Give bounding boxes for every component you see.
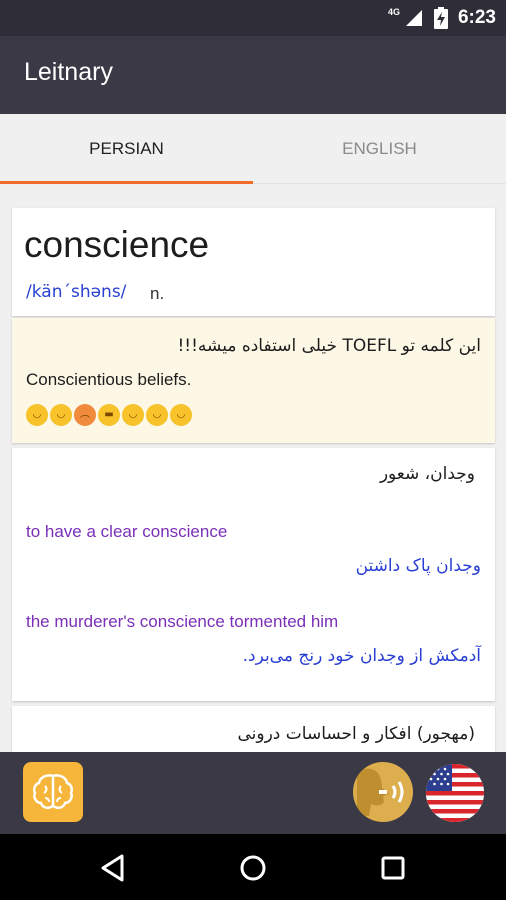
tab-persian[interactable]: PERSIAN [0, 114, 253, 184]
example-en: to have a clear conscience [26, 522, 228, 541]
us-flag-button[interactable] [426, 764, 484, 822]
status-icons: 4G 6:23 [382, 6, 496, 30]
smiling-face-icon: ◡ [122, 404, 144, 426]
speaker-icon [357, 768, 404, 816]
note-card: این کلمه تو TOEFL خیلی استفاده میشه!!! C… [12, 318, 495, 443]
meaning-card-2: (مهجور) افکار و احساسات درونی [12, 706, 495, 752]
smiling-face-icon: ◡ [146, 404, 168, 426]
home-icon[interactable] [233, 848, 273, 888]
pronunciation: /kän´shəns/ [26, 282, 127, 302]
us-flag-icon [426, 764, 484, 822]
back-icon[interactable] [94, 848, 134, 888]
meaning-card: وجدان، شعور to have a clear conscience و… [12, 448, 495, 701]
status-bar: 4G 6:23 [0, 0, 506, 36]
example-en: the murderer's conscience tormented him [26, 612, 339, 631]
persian-note: این کلمه تو TOEFL خیلی استفاده میشه!!! [177, 336, 481, 356]
recent-apps-icon[interactable] [373, 848, 413, 888]
emoji-row: ◡ ◡ ︵ ▬ ◡ ◡ ◡ [26, 404, 192, 426]
tab-indicator [0, 181, 253, 184]
signal-icon [405, 10, 422, 26]
smiling-face-icon: ◡ [50, 404, 72, 426]
smiling-face-icon: ◡ [170, 404, 192, 426]
language-tabs: PERSIAN ENGLISH [0, 114, 506, 184]
smiling-face-icon: ◡ [26, 404, 48, 426]
tab-english[interactable]: ENGLISH [253, 114, 506, 184]
word-title: conscience [24, 224, 210, 265]
clock: 6:23 [457, 7, 496, 28]
network-type: 4G [387, 7, 400, 17]
example-fa: وجدان پاک داشتن [355, 556, 481, 576]
system-nav-bar [0, 834, 506, 900]
example-fa: آدمکش از وجدان خود رنج می‌برد. [242, 646, 481, 666]
part-of-speech: n. [150, 284, 165, 303]
english-note: Conscientious beliefs. [26, 370, 192, 389]
app-title: Leitnary [24, 58, 113, 86]
brain-icon [32, 774, 74, 810]
angry-face-icon: ︵ [74, 404, 96, 426]
speak-button[interactable] [353, 762, 413, 822]
word-card: conscience /kän´shəns/ n. [12, 208, 495, 316]
meaning-text: (مهجور) افکار و احساسات درونی [237, 724, 475, 744]
brain-button[interactable] [23, 762, 83, 822]
battery-charging-icon [433, 7, 448, 29]
app-bar: Leitnary [0, 36, 506, 114]
bottom-toolbar [0, 752, 506, 834]
content-scroll[interactable]: conscience /kän´shəns/ n. این کلمه تو TO… [0, 185, 506, 752]
meaning-text: وجدان، شعور [379, 464, 475, 484]
grinning-face-icon: ▬ [98, 404, 120, 426]
